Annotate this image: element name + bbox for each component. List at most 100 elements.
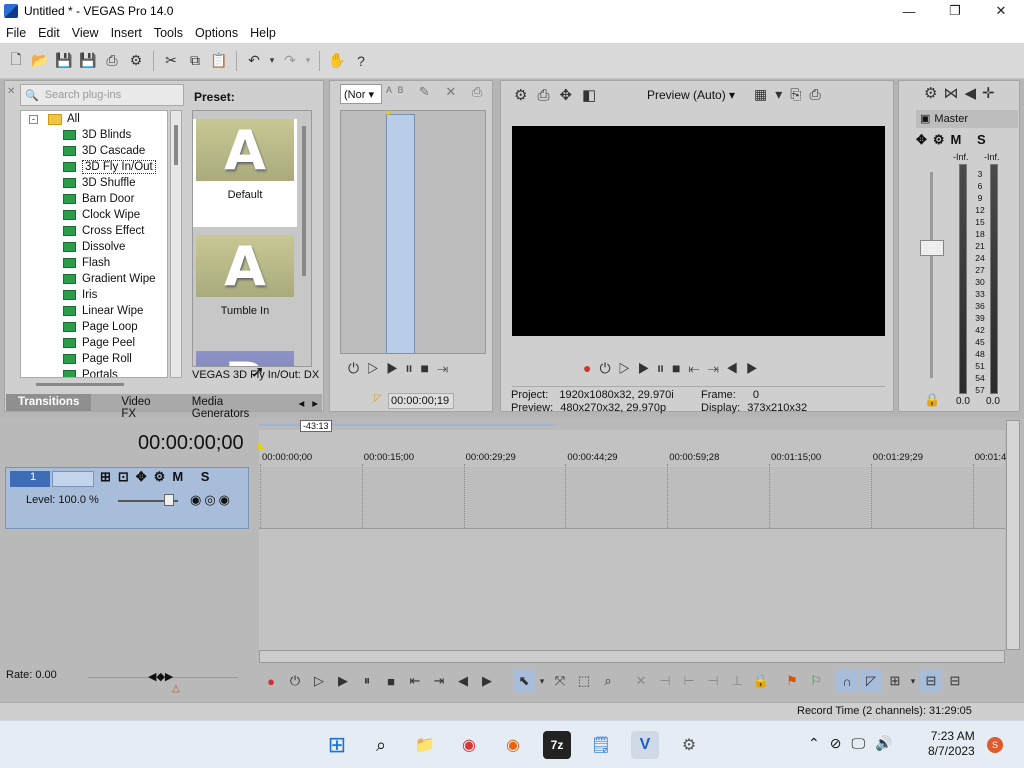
split-icon[interactable]: ⊥ xyxy=(726,670,748,692)
selection-tool-icon[interactable]: ⬚ xyxy=(573,670,595,692)
go-to-end-icon[interactable]: ⇥ xyxy=(428,670,450,692)
overlays-icon[interactable]: ▦▾⎘⎙ xyxy=(754,86,829,103)
file-explorer-icon[interactable]: 📁 xyxy=(411,731,439,759)
open-folder-icon[interactable]: 📂 xyxy=(29,50,51,72)
tree-item[interactable]: Dissolve xyxy=(21,239,167,255)
panel-close-icon[interactable]: ✕ xyxy=(7,86,15,97)
video-track-lane[interactable] xyxy=(259,467,1005,529)
search-icon[interactable]: ⌕ xyxy=(367,731,395,759)
tree-item[interactable]: 3D Shuffle xyxy=(21,175,167,191)
envelope-tool-icon[interactable]: ⤧ xyxy=(549,670,571,692)
record-icon[interactable]: ● xyxy=(260,670,282,692)
collapse-icon[interactable]: - xyxy=(29,114,38,124)
go-to-start-icon[interactable]: ⇤ xyxy=(404,670,426,692)
trimmer-dropdown[interactable]: (Nor ▾ xyxy=(340,84,382,104)
menu-file[interactable]: File xyxy=(0,26,32,40)
chrome-icon[interactable]: ◉ xyxy=(455,731,483,759)
zoom-tool-icon[interactable]: ⌕ xyxy=(597,670,619,692)
tree-vertical-scrollbar[interactable] xyxy=(170,110,182,378)
tab-video-fx[interactable]: Video FX xyxy=(91,394,179,420)
insert-marker-icon[interactable]: ⚑ xyxy=(781,670,803,692)
7zip-icon[interactable]: 7z xyxy=(543,731,571,759)
tree-item[interactable]: Page Peel xyxy=(21,335,167,351)
notification-badge[interactable]: S xyxy=(987,737,1003,753)
video-track-header[interactable]: 1 ⊞⊡✥⚙M S Level: 100.0 % ◉◎◉ xyxy=(5,467,249,529)
copy-icon[interactable]: ⧉ xyxy=(184,50,206,72)
insert-region-icon[interactable]: ⚐ xyxy=(805,670,827,692)
menu-options[interactable]: Options xyxy=(189,26,244,40)
tree-item[interactable]: 3D Blinds xyxy=(21,127,167,143)
time-ruler[interactable]: 00:00:00;00 00:00:15;00 00:00:29;29 00:00:4… xyxy=(259,450,1006,466)
track-name-field[interactable] xyxy=(52,471,94,487)
tree-item[interactable]: Page Loop xyxy=(21,319,167,335)
tree-item[interactable]: Portals xyxy=(21,367,167,377)
tree-horizontal-scrollbar[interactable] xyxy=(36,383,124,386)
tree-root[interactable]: - All xyxy=(21,111,167,127)
preset-tumble-in[interactable]: A Tumble In xyxy=(193,235,297,343)
tree-item[interactable]: Gradient Wipe xyxy=(21,271,167,287)
tab-transitions[interactable]: Transitions xyxy=(6,394,92,411)
master-fader-handle[interactable] xyxy=(920,240,944,256)
redo-icon[interactable]: ↷ xyxy=(279,50,301,72)
preview-transport[interactable]: ●⏻▷▶⏸■⇤⇥◀▶ xyxy=(583,360,765,377)
save-icon[interactable]: 💾 xyxy=(53,50,75,72)
ripple-edit-icon[interactable]: ⊞ xyxy=(884,670,906,692)
mixer-controls[interactable]: ✥⚙M S xyxy=(916,132,992,148)
master-fader-track[interactable] xyxy=(930,172,933,378)
menu-insert[interactable]: Insert xyxy=(105,26,148,40)
delete-icon[interactable]: ✕ xyxy=(630,670,652,692)
menu-view[interactable]: View xyxy=(66,26,105,40)
lock-event-icon[interactable]: 🔒 xyxy=(750,670,772,692)
auto-crossfade-icon[interactable]: ◸ xyxy=(860,670,882,692)
snapping-icon[interactable]: ∩ xyxy=(836,670,858,692)
tree-item[interactable]: Page Roll xyxy=(21,351,167,367)
undo-dropdown-icon[interactable]: ▾ xyxy=(267,50,277,72)
play-icon[interactable]: ▶ xyxy=(332,670,354,692)
edit-tool-dropdown-icon[interactable]: ▾ xyxy=(537,670,547,692)
rate-handle-icon[interactable]: ◀◆▶ xyxy=(148,670,173,683)
normal-edit-tool-icon[interactable]: ⬉ xyxy=(513,670,535,692)
clock[interactable]: 7:23 AM 8/7/2023 xyxy=(928,729,975,759)
tree-item[interactable]: 3D Fly In/Out xyxy=(21,159,167,175)
previous-frame-icon[interactable]: ◀ xyxy=(452,670,474,692)
tree-item[interactable]: Clock Wipe xyxy=(21,207,167,223)
tree-item[interactable]: Flash xyxy=(21,255,167,271)
lock-icon[interactable]: 🔒 xyxy=(924,392,940,408)
menu-edit[interactable]: Edit xyxy=(32,26,66,40)
undo-icon[interactable]: ↶ xyxy=(243,50,265,72)
redo-dropdown-icon[interactable]: ▾ xyxy=(303,50,313,72)
tab-scroll-right-icon[interactable]: ▸ xyxy=(308,394,322,411)
next-frame-icon[interactable]: ▶ xyxy=(476,670,498,692)
preview-tools-icons[interactable]: ⚙⎙✥◧ xyxy=(514,86,606,104)
maximize-button[interactable]: ❐ xyxy=(932,0,978,22)
pause-icon[interactable]: ⏸ xyxy=(356,670,378,692)
hand-tool-icon[interactable]: ✋ xyxy=(326,50,348,72)
properties-icon[interactable]: ⚙ xyxy=(125,50,147,72)
trim-end-icon[interactable]: ⊣ xyxy=(702,670,724,692)
stop-icon[interactable]: ■ xyxy=(380,670,402,692)
timeline-vertical-scrollbar[interactable] xyxy=(1006,420,1020,650)
new-file-icon[interactable]: 🗋 xyxy=(5,50,27,72)
trimmer-tool-icons[interactable]: ᴬᴮ ✎ ✕ ⎙ xyxy=(386,84,488,100)
notepad-icon[interactable]: 🗒 xyxy=(587,731,615,759)
tree-item[interactable]: Iris xyxy=(21,287,167,303)
menu-help[interactable]: Help xyxy=(244,26,282,40)
track-controls[interactable]: ⊞⊡✥⚙M S xyxy=(100,469,216,485)
track-level-handle[interactable] xyxy=(164,494,174,506)
mixer-tool-icons[interactable]: ⚙⋈◀✛ xyxy=(924,84,1001,102)
render-icon[interactable]: ⎙ xyxy=(101,50,123,72)
save-as-icon[interactable]: 💾 xyxy=(77,50,99,72)
timeline-horizontal-scrollbar[interactable] xyxy=(259,650,1005,663)
preview-quality-dropdown[interactable]: Preview (Auto) ▾ xyxy=(647,88,735,102)
tab-media-generators[interactable]: Media Generators xyxy=(180,394,295,420)
ripple-dropdown-icon[interactable]: ▾ xyxy=(908,670,918,692)
trimmer-transport[interactable]: ⏻▷▶⏸■⇥ xyxy=(348,360,456,377)
system-tray-icons[interactable]: ⌃⊘🖵🔊 xyxy=(808,735,902,752)
search-plugins-input[interactable]: 🔍 Search plug-ins xyxy=(20,84,184,106)
minimize-button[interactable]: — xyxy=(886,0,932,22)
tab-scroll-left-icon[interactable]: ◂ xyxy=(294,394,308,411)
play-from-start-icon[interactable]: ▷ xyxy=(308,670,330,692)
tree-item[interactable]: 3D Cascade xyxy=(21,143,167,159)
preset-default[interactable]: A Default xyxy=(193,119,297,227)
firefox-icon[interactable]: ◉ xyxy=(499,731,527,759)
